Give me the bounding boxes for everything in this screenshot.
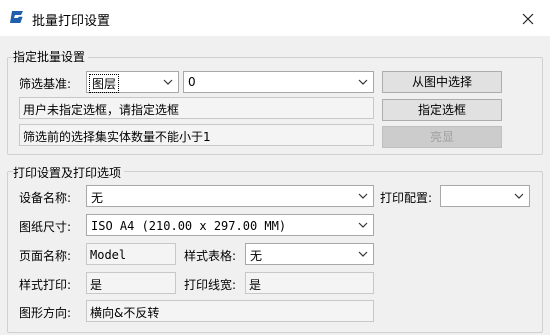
style-print-field: 是 (86, 272, 176, 294)
chevron-down-icon (358, 79, 368, 85)
device-name-label: 设备名称: (19, 191, 72, 205)
app-logo-icon (10, 11, 23, 23)
entity-count-hint-field: 筛选前的选择集实体数量不能小于1 (19, 124, 374, 146)
chevron-down-icon (358, 222, 368, 228)
print-line-width-field: 是 (245, 272, 374, 294)
specify-frame-button[interactable]: 指定选框 (382, 99, 502, 121)
style-print-label: 样式打印: (19, 278, 72, 292)
orientation-value: 横向&不反转 (90, 306, 160, 320)
dialog-body: 指定批量设置 筛选基准: 图层 0 从图中选择 用户未指定选框，请指定选框 指定… (0, 36, 550, 335)
window-title: 批量打印设置 (32, 14, 111, 29)
chevron-down-icon (358, 251, 368, 257)
print-line-width-value: 是 (249, 278, 262, 292)
paper-size-value: ISO A4 (210.00 x 297.00 MM) (91, 219, 287, 233)
style-print-value: 是 (90, 278, 103, 292)
close-button[interactable] (510, 4, 546, 32)
print-settings-legend: 打印设置及打印选项 (13, 164, 125, 181)
title-bar: 批量打印设置 (0, 0, 550, 36)
chevron-down-icon (514, 193, 524, 199)
print-config-dropdown[interactable] (440, 185, 530, 207)
highlight-button[interactable]: 亮显 (382, 126, 502, 148)
paper-size-label: 图纸尺寸: (19, 220, 72, 234)
layer-dropdown[interactable]: 0 (183, 71, 374, 93)
batch-settings-legend: 指定批量设置 (13, 48, 89, 65)
style-table-label: 样式表格: (184, 249, 237, 263)
style-table-dropdown[interactable]: 无 (245, 243, 374, 265)
close-icon (522, 13, 534, 24)
page-name-label: 页面名称: (19, 249, 72, 263)
select-from-drawing-button[interactable]: 从图中选择 (382, 71, 502, 93)
filter-basis-dropdown[interactable]: 图层 (86, 71, 179, 93)
layer-value: 0 (188, 75, 196, 89)
print-line-width-label: 打印线宽: (184, 278, 237, 292)
selection-hint-field: 用户未指定选框，请指定选框 (19, 97, 374, 119)
page-name-field: Model (86, 243, 176, 265)
device-name-dropdown[interactable]: 无 (86, 185, 374, 207)
device-name-value: 无 (91, 191, 104, 205)
entity-count-hint-text: 筛选前的选择集实体数量不能小于1 (23, 130, 211, 144)
page-name-value: Model (90, 248, 127, 262)
paper-size-dropdown[interactable]: ISO A4 (210.00 x 297.00 MM) (86, 214, 374, 236)
print-config-label: 打印配置: (380, 191, 433, 205)
orientation-field: 横向&不反转 (86, 300, 374, 322)
filter-basis-value: 图层 (88, 74, 120, 93)
chevron-down-icon (163, 79, 173, 85)
orientation-label: 图形方向: (19, 306, 72, 320)
selection-hint-text: 用户未指定选框，请指定选框 (23, 103, 180, 117)
style-table-value: 无 (250, 249, 263, 263)
filter-basis-label: 筛选基准: (19, 77, 72, 91)
chevron-down-icon (358, 193, 368, 199)
